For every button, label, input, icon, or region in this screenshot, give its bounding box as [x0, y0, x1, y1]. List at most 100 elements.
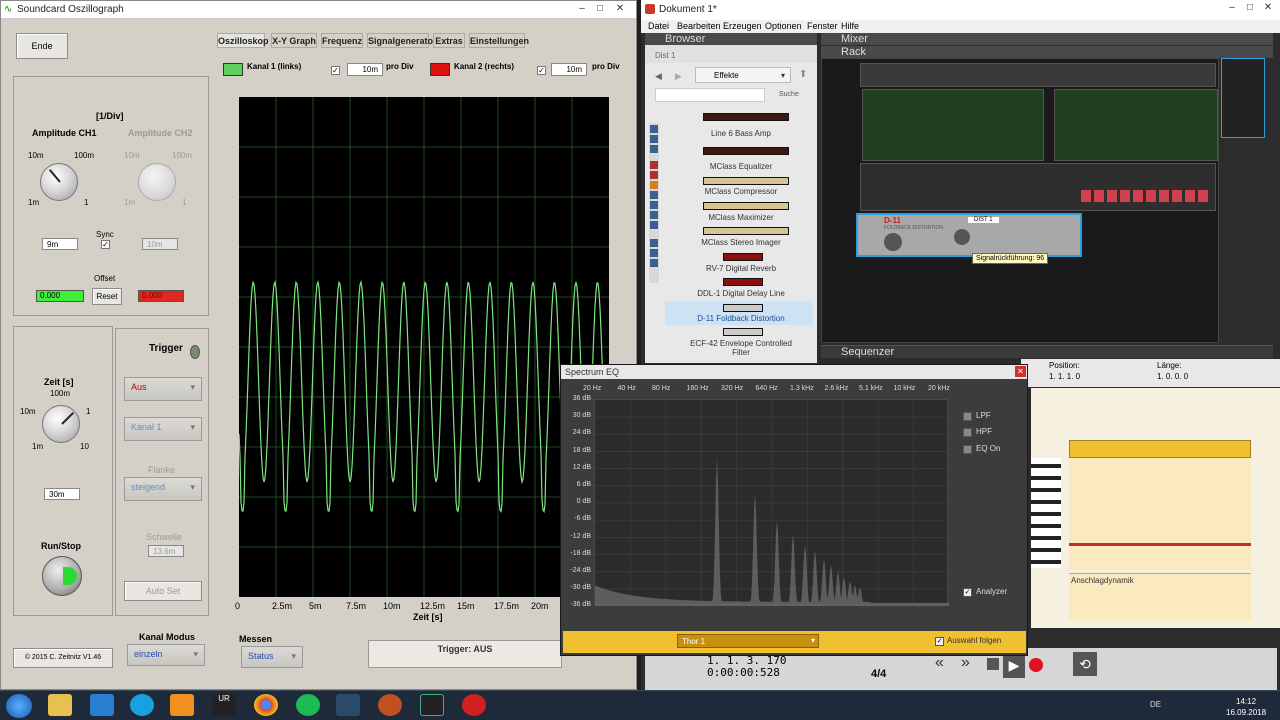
reset-button[interactable]: Reset — [92, 288, 122, 305]
velocity-lane[interactable]: Anschlagdynamik — [1069, 573, 1251, 621]
browser-header[interactable]: Browser — [645, 33, 817, 45]
lpf-checkbox[interactable] — [963, 412, 972, 421]
step-buttons[interactable] — [1081, 190, 1211, 202]
record-app-icon[interactable] — [462, 694, 486, 716]
device-item[interactable]: MClass Equalizer — [685, 162, 797, 171]
tab-signalgenerator[interactable]: Signalgenerator — [367, 33, 437, 48]
browser-nav-icon[interactable] — [650, 211, 658, 219]
reason-taskbar-icon[interactable] — [378, 694, 402, 716]
browser-nav-icon[interactable] — [650, 181, 658, 189]
category-select[interactable]: Effekte — [695, 67, 791, 83]
minimize-icon[interactable]: – — [575, 3, 589, 15]
search-input[interactable] — [655, 88, 765, 102]
amplitude-ch1-knob[interactable] — [40, 163, 78, 201]
messen-select[interactable]: Status ▾ — [241, 646, 303, 668]
maximize-icon[interactable]: □ — [1243, 2, 1257, 14]
explorer-icon[interactable] — [48, 694, 72, 716]
ch1-amplitude-input[interactable]: 9m — [42, 238, 78, 250]
tab-extras[interactable]: Extras — [433, 33, 465, 48]
sync-checkbox[interactable]: ✓ — [101, 240, 110, 249]
loop-icon[interactable]: ⟲ — [1073, 652, 1097, 676]
follow-checkbox[interactable]: ✓ — [935, 637, 944, 646]
rewind-icon[interactable]: « — [935, 654, 944, 672]
piano-roll[interactable]: Anschlagdynamik — [1031, 388, 1280, 628]
note[interactable] — [1069, 543, 1251, 546]
chrome-icon[interactable] — [254, 694, 278, 716]
star-icon[interactable] — [650, 239, 658, 247]
device-item[interactable]: DDL-1 Digital Delay Line — [685, 289, 797, 298]
piano-keys[interactable] — [1031, 458, 1061, 568]
browser-nav-icon[interactable] — [650, 191, 658, 199]
clock-time[interactable]: 14:12 — [1236, 697, 1256, 706]
fast-forward-icon[interactable]: » — [961, 654, 970, 672]
end-button[interactable]: Ende — [16, 33, 68, 59]
spotify-icon[interactable] — [296, 694, 320, 716]
d11-device[interactable]: D-11 FOLDBACK DISTORTION DIST 1 — [856, 213, 1082, 257]
sequencer-header[interactable]: Sequenzer — [821, 345, 1273, 358]
skype-icon[interactable] — [130, 694, 154, 716]
menu-hilfe[interactable]: Hilfe — [841, 21, 859, 31]
ch2-div-input[interactable]: 10m — [551, 63, 587, 76]
maximize-icon[interactable]: □ — [593, 3, 607, 15]
time-input[interactable]: 30m — [44, 488, 80, 500]
trigger-mode-select[interactable]: Aus ▾ — [124, 377, 202, 401]
device-item[interactable]: Line 6 Bass Amp — [685, 129, 797, 138]
forward-icon[interactable]: ▶ — [675, 71, 682, 82]
close-icon[interactable]: ✕ — [613, 3, 627, 15]
analyzer-checkbox[interactable]: ✓ — [963, 588, 972, 597]
tab-frequenz[interactable]: Frequenz — [321, 33, 363, 48]
browser-nav-icon[interactable] — [650, 125, 658, 133]
browser-nav-icon[interactable] — [650, 145, 658, 153]
star-icon[interactable] — [650, 249, 658, 257]
scope-display[interactable] — [239, 97, 609, 597]
browser-nav-icon[interactable] — [650, 201, 658, 209]
ch1-enable-checkbox[interactable]: ✓ — [331, 66, 340, 75]
close-icon[interactable]: ✕ — [1261, 2, 1275, 14]
oscillograph-taskbar-icon[interactable] — [420, 694, 444, 716]
laenge-value[interactable]: 1. 0. 0. 0 — [1157, 372, 1188, 381]
menu-optionen[interactable]: Optionen — [765, 21, 802, 31]
clip[interactable] — [1069, 440, 1251, 458]
browser-nav-icon[interactable] — [650, 135, 658, 143]
hpf-checkbox[interactable] — [963, 428, 972, 437]
rack-header[interactable]: Rack — [821, 46, 1273, 58]
close-icon[interactable]: ✕ — [1015, 366, 1026, 377]
device-item[interactable]: RV-7 Digital Reverb — [685, 264, 797, 273]
record-icon[interactable] — [1029, 658, 1043, 672]
offset-ch2-input[interactable]: 0.000 — [138, 290, 184, 302]
device-item[interactable]: ECF-42 Envelope Controlled Filter — [685, 339, 797, 357]
menu-erzeugen[interactable]: Erzeugen — [723, 21, 762, 31]
tab-einstellungen[interactable]: Einstellungen — [469, 33, 529, 48]
transport-time[interactable]: 0:00:00:528 — [707, 666, 780, 679]
search-button[interactable]: Suche — [779, 91, 799, 98]
offset-ch1-input[interactable]: 0.000 — [36, 290, 84, 302]
app-star-icon[interactable] — [336, 694, 360, 716]
time-signature[interactable]: 4/4 — [871, 668, 886, 680]
ch2-enable-checkbox[interactable]: ✓ — [537, 66, 546, 75]
ie-icon[interactable] — [90, 694, 114, 716]
foldback-knob[interactable] — [954, 229, 970, 245]
position-value[interactable]: 1. 1. 1. 0 — [1049, 372, 1080, 381]
clock-date[interactable]: 16.09.2018 — [1226, 708, 1266, 717]
device-item[interactable]: MClass Stereo Imager — [685, 238, 797, 247]
browser-nav-icon[interactable] — [650, 221, 658, 229]
target-select[interactable]: Thor 1 ▾ — [677, 634, 819, 648]
device-item-selected[interactable]: D-11 Foldback Distortion — [685, 314, 797, 323]
note-grid[interactable] — [1069, 458, 1251, 570]
menu-datei[interactable]: Datei — [648, 21, 669, 31]
amount-knob[interactable] — [884, 233, 902, 251]
runstop-button[interactable] — [42, 556, 82, 596]
eqon-checkbox[interactable] — [963, 445, 972, 454]
star-icon[interactable] — [650, 259, 658, 267]
ur242-icon[interactable]: UR — [212, 694, 236, 716]
start-button[interactable] — [6, 694, 32, 718]
language-indicator[interactable]: DE — [1150, 700, 1161, 709]
ch1-div-input[interactable]: 10m — [347, 63, 383, 76]
up-icon[interactable]: ⬆ — [799, 69, 807, 80]
browser-nav-icon[interactable] — [650, 161, 658, 169]
spectrum-analyzer[interactable] — [594, 399, 949, 606]
rack-overview[interactable] — [1221, 58, 1265, 138]
browser-nav-icon[interactable] — [650, 171, 658, 179]
tab-oszilloskop[interactable]: Oszilloskop — [217, 33, 269, 48]
mixer-header[interactable]: Mixer — [821, 33, 1273, 45]
